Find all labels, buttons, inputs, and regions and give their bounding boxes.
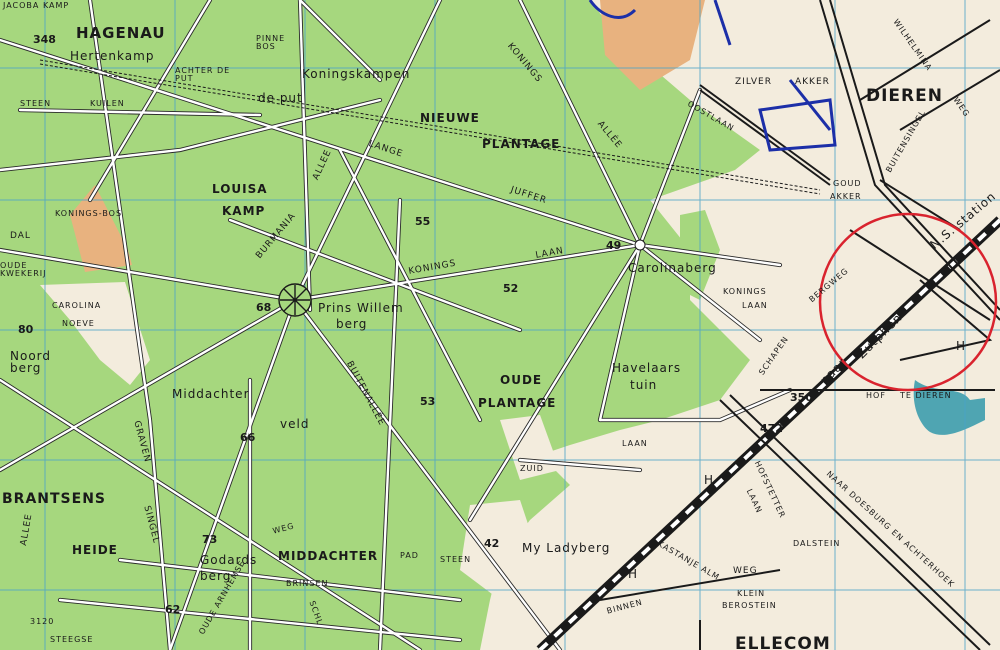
label-hertenkamp: Hertenkamp — [70, 49, 155, 63]
label-weg-k: WEG — [733, 566, 758, 576]
height-55: 55 — [415, 215, 431, 228]
label-konings-laan-b1: KONINGS — [723, 287, 767, 296]
height-68: 68 — [256, 301, 272, 314]
label-nieuwe: NIEUWE — [420, 111, 480, 125]
height-472: 472 — [760, 422, 783, 435]
label-berostein: BEROSTEIN — [722, 601, 777, 610]
label-oude-kwekerij: OUDE KWEKERIJ — [0, 261, 47, 278]
label-hof: HOF — [866, 391, 886, 400]
label-konings-laan-b2: LAAN — [742, 301, 768, 310]
label-oude-plantage: PLANTAGE — [478, 396, 557, 410]
label-prins-willem-berg: berg — [336, 317, 368, 331]
prins-willem-star — [278, 283, 312, 317]
label-pad: PAD — [400, 551, 419, 560]
label-h-1: H — [956, 339, 967, 353]
label-plantage: PLANTAGE — [482, 137, 561, 151]
label-zilver: ZILVER — [735, 77, 772, 87]
label-goud: GOUD — [833, 179, 862, 188]
label-de-put: de put — [258, 91, 303, 105]
label-prins-willem: Prins Willem — [318, 301, 404, 315]
label-zuid: ZUID — [520, 464, 544, 473]
height-49: 49 — [606, 239, 622, 252]
label-pinnebos: PINNE BOS — [256, 34, 286, 51]
label-akker2: AKKER — [830, 192, 862, 201]
topographic-map[interactable]: 348 JACOBA KAMP HAGENAU Hertenkamp PINNE… — [0, 0, 1000, 650]
label-carolina: CAROLINA — [52, 301, 102, 310]
label-kuilen: KUILEN — [90, 99, 125, 108]
label-akker: AKKER — [795, 77, 830, 87]
label-havelaars-tuin: tuin — [630, 378, 658, 392]
label-achter-de-put: ACHTER DE PUT — [175, 66, 231, 83]
label-noordberg: Noord berg — [10, 349, 51, 375]
height-53: 53 — [420, 395, 436, 408]
label-steegse: STEEGSE — [50, 635, 94, 644]
label-te-dieren: TE DIEREN — [900, 391, 952, 400]
height-66: 66 — [240, 431, 256, 444]
label-h-2: H — [704, 473, 715, 487]
label-klein: KLEIN — [737, 589, 766, 598]
map-graphics — [0, 0, 1000, 650]
label-brantsens: BRANTSENS — [2, 491, 106, 507]
label-jacoba-kamp: JACOBA KAMP — [3, 1, 70, 10]
label-middachter-pad: MIDDACHTER — [278, 549, 379, 563]
label-godards: Godards — [200, 553, 258, 567]
label-havelaars: Havelaars — [612, 361, 682, 375]
carolinaberg-star — [634, 239, 646, 251]
height-3120: 3120 — [30, 617, 55, 626]
height-348: 348 — [33, 33, 56, 46]
label-steen-lower: STEEN — [440, 555, 472, 564]
height-42: 42 — [484, 537, 500, 550]
label-dal: DAL — [10, 231, 31, 241]
label-dalstein: DALSTEIN — [793, 539, 841, 548]
label-ellecom: ELLECOM — [735, 634, 831, 650]
height-350: 350 — [790, 391, 813, 404]
label-heide: HEIDE — [72, 543, 118, 557]
label-koningskampen: Koningskampen — [302, 67, 411, 81]
label-oude: OUDE — [500, 373, 543, 387]
label-brinsen: BRINSEN — [286, 579, 329, 588]
label-louisa: LOUISA — [212, 182, 268, 196]
label-noeve: NOEVE — [62, 319, 95, 328]
height-62: 62 — [165, 603, 181, 616]
label-kamp: KAMP — [222, 204, 266, 218]
label-middachter: Middachter — [172, 387, 250, 401]
label-hagenau: HAGENAU — [76, 24, 166, 42]
label-dieren: DIEREN — [866, 86, 943, 106]
label-steen: STEEN — [20, 99, 52, 108]
label-my-ladyberg: My Ladyberg — [522, 541, 611, 555]
label-carolinaberg: Carolinaberg — [628, 261, 717, 275]
label-koningsbos: KONINGS-BOS — [55, 209, 123, 218]
height-73: 73 — [202, 533, 218, 546]
label-h-3: H — [628, 567, 639, 581]
label-laan-zuid: LAAN — [622, 439, 648, 448]
height-52: 52 — [503, 282, 519, 295]
label-veld: veld — [280, 417, 310, 431]
height-80: 80 — [18, 323, 34, 336]
